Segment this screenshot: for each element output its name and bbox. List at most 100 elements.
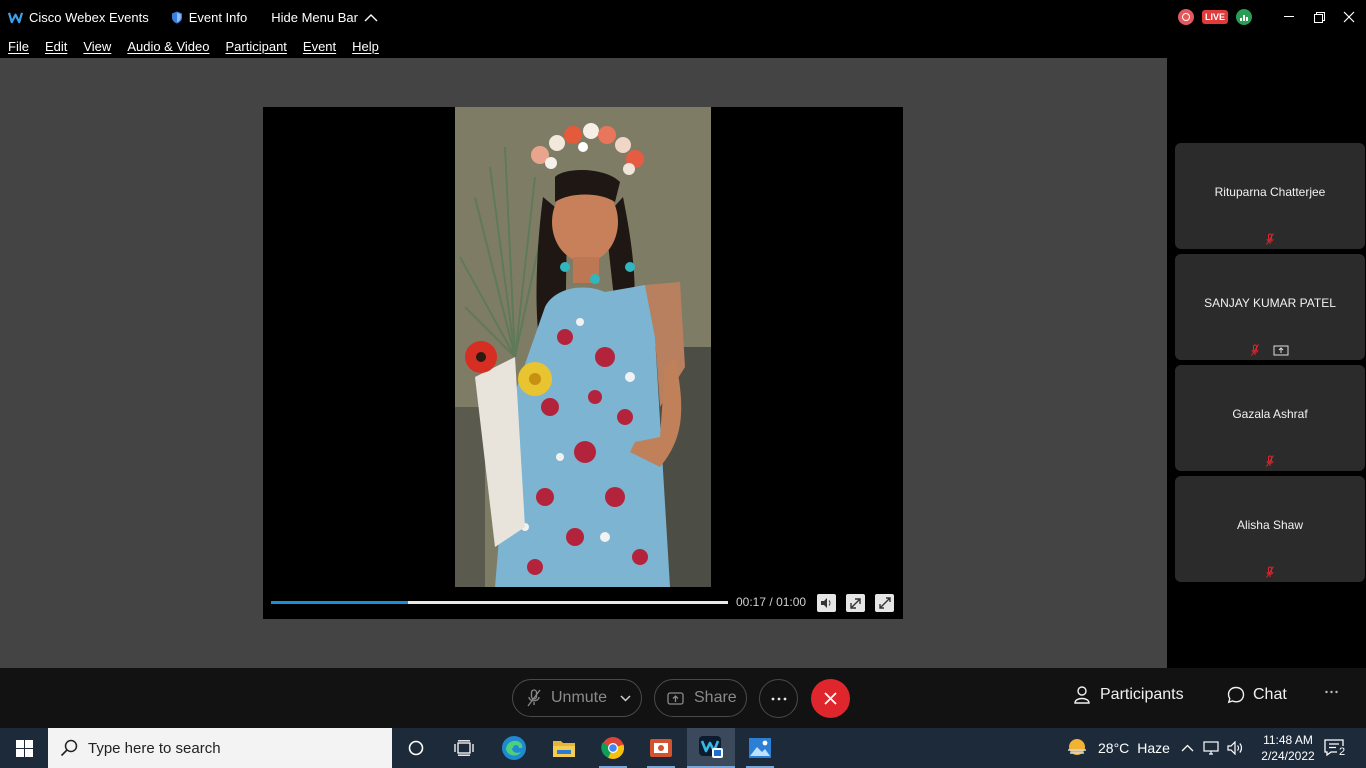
participant-video-panel: Rituparna Chatterjee SANJAY KUMAR PATEL … xyxy=(1167,58,1366,668)
menu-event[interactable]: Event xyxy=(303,39,336,54)
system-clock[interactable]: 11:48 AM 2/24/2022 xyxy=(1257,732,1319,764)
panel-more-button[interactable] xyxy=(1325,690,1346,694)
minimize-icon xyxy=(1284,16,1294,17)
search-placeholder: Type here to search xyxy=(88,739,221,757)
menu-bar: File Edit View Audio & Video Participant… xyxy=(0,34,1366,58)
weather-widget[interactable]: 28°C Haze xyxy=(1066,728,1170,768)
meeting-controls-bar: Unmute Share Participants Chat xyxy=(0,668,1366,728)
participant-tile[interactable]: Rituparna Chatterjee xyxy=(1175,143,1365,249)
haze-sun-icon xyxy=(1068,739,1086,755)
windows-logo-icon xyxy=(15,739,33,757)
muted-mic-icon xyxy=(1266,233,1274,245)
clock-time: 11:48 AM xyxy=(1263,733,1313,747)
volume-tray-button[interactable] xyxy=(1227,728,1245,768)
close-window-button[interactable] xyxy=(1334,0,1364,34)
minimize-button[interactable] xyxy=(1274,0,1304,34)
participant-tile[interactable]: Gazala Ashraf xyxy=(1175,365,1365,471)
participants-label: Participants xyxy=(1100,686,1184,703)
muted-mic-icon xyxy=(527,689,541,707)
time-readout: 00:17 / 01:00 xyxy=(736,595,806,609)
popout-icon xyxy=(849,598,861,609)
app-name: Cisco Webex Events xyxy=(29,9,149,25)
speaker-icon xyxy=(821,598,831,608)
volume-button[interactable] xyxy=(817,594,836,612)
menu-audio-video[interactable]: Audio & Video xyxy=(127,39,209,54)
more-options-button[interactable] xyxy=(759,679,798,718)
weather-temp: 28°C xyxy=(1098,740,1130,756)
event-info-button[interactable]: Event Info xyxy=(171,9,248,25)
hide-menu-label: Hide Menu Bar xyxy=(271,9,358,25)
restore-icon xyxy=(1313,11,1325,23)
video-frame-image xyxy=(455,107,711,587)
start-button[interactable] xyxy=(0,728,48,768)
speaker-icon xyxy=(1227,741,1243,755)
chrome-icon xyxy=(601,737,625,759)
webex-logo-icon xyxy=(8,12,23,23)
live-badge: LIVE xyxy=(1201,10,1228,24)
person-icon xyxy=(1074,686,1090,704)
windows-taskbar: Type here to search 28°C Haze 11:48 AM 2… xyxy=(0,728,1366,768)
participant-tile[interactable]: Alisha Shaw xyxy=(1175,476,1365,582)
share-screen-icon xyxy=(1273,345,1289,356)
muted-mic-icon xyxy=(1266,455,1274,467)
participants-button[interactable]: Participants xyxy=(1074,686,1184,704)
participant-name: Alisha Shaw xyxy=(1236,518,1304,532)
taskbar-file-explorer[interactable] xyxy=(540,728,588,768)
network-stats-icon[interactable] xyxy=(1236,9,1252,25)
video-player[interactable]: 00:17 / 01:00 xyxy=(263,107,903,619)
popout-button[interactable] xyxy=(846,594,865,612)
more-icon xyxy=(1325,690,1338,694)
chevron-up-icon xyxy=(364,13,378,21)
share-button[interactable]: Share xyxy=(654,679,747,717)
search-icon xyxy=(60,739,78,757)
network-button[interactable] xyxy=(1203,728,1220,768)
chat-label: Chat xyxy=(1253,686,1287,703)
time-separator: / xyxy=(769,595,773,609)
menu-view[interactable]: View xyxy=(83,39,111,54)
shield-icon xyxy=(171,11,182,23)
task-view-icon xyxy=(454,740,474,756)
fullscreen-button[interactable] xyxy=(875,594,894,612)
notification-center-button[interactable]: 2 xyxy=(1323,728,1348,768)
presentation-app-icon xyxy=(650,739,672,757)
menu-edit[interactable]: Edit xyxy=(45,39,67,54)
taskbar-search-box[interactable]: Type here to search xyxy=(48,728,392,768)
leave-event-button[interactable] xyxy=(811,679,850,718)
restore-button[interactable] xyxy=(1304,0,1334,34)
close-icon xyxy=(824,692,837,705)
menu-file[interactable]: File xyxy=(8,39,29,54)
participant-name: Rituparna Chatterjee xyxy=(1214,185,1326,199)
more-icon xyxy=(771,697,786,700)
cortana-button[interactable] xyxy=(392,728,440,768)
chat-button[interactable]: Chat xyxy=(1227,686,1287,704)
folder-icon xyxy=(553,741,575,757)
participant-tile[interactable]: SANJAY KUMAR PATEL xyxy=(1175,254,1365,360)
task-view-button[interactable] xyxy=(440,728,488,768)
taskbar-presentation-app[interactable] xyxy=(637,728,685,768)
unmute-button[interactable]: Unmute xyxy=(512,679,642,717)
player-controls: 00:17 / 01:00 xyxy=(263,587,903,619)
participant-name: Gazala Ashraf xyxy=(1232,407,1308,421)
progress-bar[interactable] xyxy=(271,601,728,604)
taskbar-webex[interactable] xyxy=(687,728,735,768)
edge-browser-icon xyxy=(502,736,526,760)
taskbar-photos[interactable] xyxy=(736,728,784,768)
menu-participant[interactable]: Participant xyxy=(225,39,286,54)
video-frame[interactable] xyxy=(455,107,711,587)
recording-icon[interactable] xyxy=(1177,9,1194,25)
clock-date: 2/24/2022 xyxy=(1261,749,1315,763)
taskbar-chrome[interactable] xyxy=(589,728,637,768)
show-hidden-icons-button[interactable] xyxy=(1181,728,1194,768)
current-time: 00:17 xyxy=(736,595,767,609)
menu-help[interactable]: Help xyxy=(352,39,379,54)
chevron-up-icon xyxy=(1181,744,1194,752)
app-title: Cisco Webex Events xyxy=(8,10,149,25)
hide-menu-bar-button[interactable]: Hide Menu Bar xyxy=(271,10,378,25)
cortana-icon xyxy=(408,740,424,756)
chat-bubble-icon xyxy=(1227,686,1245,704)
share-icon xyxy=(667,691,684,705)
event-info-label: Event Info xyxy=(188,9,248,25)
chevron-down-icon[interactable] xyxy=(620,694,631,702)
network-icon xyxy=(1203,741,1219,755)
taskbar-edge[interactable] xyxy=(490,728,538,768)
